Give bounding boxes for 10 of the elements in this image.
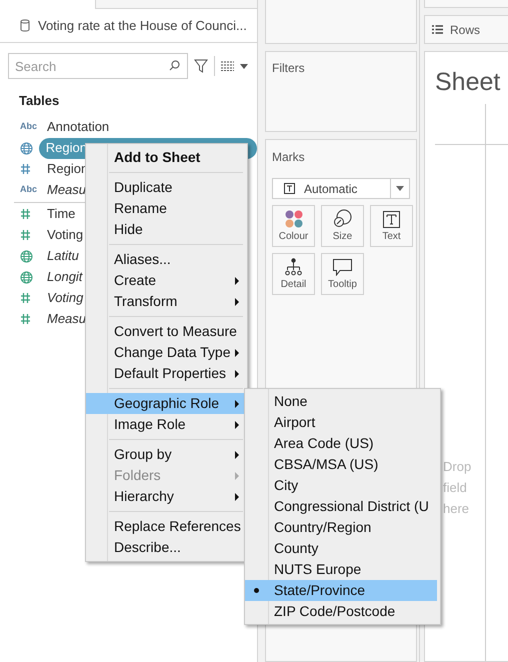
- card-title: Marks: [272, 149, 306, 166]
- drop-hint-text: here: [443, 500, 470, 518]
- card-title: Filters: [272, 60, 305, 77]
- type-label: Abc: [20, 120, 38, 134]
- type-label: Abc: [20, 183, 38, 196]
- drop-hint-text: field: [443, 479, 468, 497]
- section-title: Tables: [18, 92, 60, 110]
- rows-shelf: Rows: [424, 15, 508, 44]
- drop-hint-text: Drop: [443, 458, 472, 476]
- sheet-title: Sheet: [435, 67, 500, 98]
